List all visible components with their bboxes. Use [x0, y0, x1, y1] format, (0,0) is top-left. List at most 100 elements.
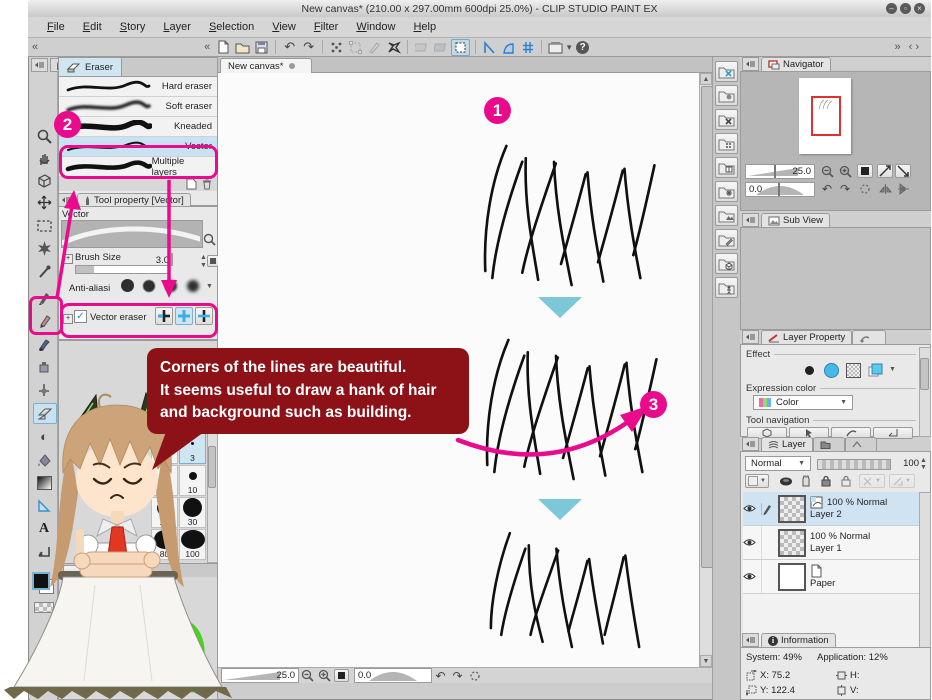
tab-close-icon[interactable]	[289, 63, 295, 69]
layer-row-layer1[interactable]: 100 % Normal Layer 1	[743, 526, 919, 560]
subtool-item-soft-eraser[interactable]: Soft eraser	[59, 97, 217, 117]
effect-caret[interactable]: ▼	[889, 366, 896, 373]
layer-tab[interactable]: Layer	[761, 437, 813, 451]
minimize-button[interactable]: –	[886, 3, 897, 14]
statusbar-rotate-slider[interactable]: 0.0	[354, 668, 432, 683]
nav-rotate-left-icon[interactable]: ↶	[819, 182, 835, 196]
material-frame-template-button[interactable]	[715, 157, 738, 178]
nav-fit-icon[interactable]	[857, 164, 873, 178]
nav-zoom-fit-width-icon[interactable]	[895, 164, 911, 178]
nav-reset-rotate-icon[interactable]	[857, 182, 873, 196]
material-edit-button[interactable]	[715, 229, 738, 250]
subview-menu-icon[interactable]	[742, 213, 759, 227]
zoom-in-icon[interactable]	[317, 669, 332, 682]
lock-layer-icon[interactable]	[817, 474, 835, 488]
layer-search-tab[interactable]	[852, 330, 886, 344]
create-subtool-icon[interactable]	[186, 178, 197, 190]
opacity-stepper[interactable]: ▲▼	[920, 457, 927, 471]
restore-button[interactable]: ▫	[900, 3, 911, 14]
lock-transparent-icon[interactable]	[837, 474, 855, 488]
snap-to-grid-icon[interactable]	[519, 40, 536, 55]
layer-search-tab2[interactable]	[845, 437, 877, 451]
opacity-slider[interactable]	[817, 459, 891, 470]
visibility-eye-icon[interactable]	[743, 504, 761, 513]
open-file-button[interactable]	[234, 40, 251, 55]
set-as-draft-combo[interactable]: ▼	[859, 474, 885, 488]
anti-alias-none-icon[interactable]	[121, 279, 134, 292]
visibility-eye-icon[interactable]	[743, 572, 761, 581]
menu-selection[interactable]: Selection	[200, 21, 263, 33]
delete-subtool-icon[interactable]	[202, 178, 212, 190]
fit-to-screen-icon[interactable]	[334, 669, 349, 682]
subtool-item-hard-eraser[interactable]: Hard eraser	[59, 77, 217, 97]
new-file-button[interactable]	[215, 40, 232, 55]
nav-zoom-100-icon[interactable]	[877, 164, 893, 178]
undo-button[interactable]: ↶	[281, 40, 298, 55]
nav-flip-vertical-icon[interactable]	[895, 182, 911, 196]
menu-help[interactable]: Help	[404, 21, 445, 33]
menu-story[interactable]: Story	[111, 21, 155, 33]
nav-rotate-right-icon[interactable]: ↷	[837, 182, 853, 196]
snap-ruler-off-icon[interactable]	[413, 40, 430, 55]
effect-paper-texture-icon[interactable]	[821, 361, 841, 379]
scale-rotate-icon[interactable]	[347, 40, 364, 55]
material-monochrome-button[interactable]	[715, 85, 738, 106]
brush-tool-icon[interactable]	[33, 334, 55, 353]
canvas-vertical-scrollbar[interactable]: ▲ ▼	[699, 73, 712, 667]
material-pose-button[interactable]	[715, 277, 738, 298]
toolprop-zoom-icon[interactable]	[203, 233, 216, 246]
expression-color-dropdown[interactable]: Color ▼	[753, 395, 853, 410]
material-manga-button[interactable]	[715, 109, 738, 130]
anti-alias-caret[interactable]: ▼	[206, 283, 213, 290]
tool-panel-menu-icon[interactable]	[31, 58, 48, 72]
effect-tone-icon[interactable]	[843, 361, 863, 379]
deselect-icon[interactable]	[328, 40, 345, 55]
navigator-view-rect[interactable]	[811, 96, 841, 136]
free-transform-icon[interactable]	[385, 40, 402, 55]
layer2-thumbnail[interactable]	[778, 495, 806, 523]
blend-mode-dropdown[interactable]: Normal ▼	[745, 456, 811, 471]
nav-zoom-in-icon[interactable]	[837, 164, 853, 178]
scroll-down-icon[interactable]: ▼	[700, 655, 712, 667]
paper-thumbnail[interactable]	[778, 563, 806, 591]
snap-to-special-ruler-icon[interactable]	[500, 40, 517, 55]
close-button[interactable]: ×	[914, 3, 925, 14]
material-3d-button[interactable]	[715, 253, 738, 274]
airbrush-tool-icon[interactable]	[33, 357, 55, 376]
help-button[interactable]: ?	[574, 40, 591, 55]
layer-row-layer2[interactable]: 100 % Normal Layer 2	[743, 492, 919, 526]
anti-alias-weak-icon[interactable]	[143, 280, 155, 292]
menu-layer[interactable]: Layer	[154, 21, 200, 33]
anti-alias-strong-icon[interactable]	[187, 280, 199, 292]
material-tone-button[interactable]	[715, 133, 738, 154]
navigator-zoom-slider[interactable]: 25.0	[745, 164, 815, 179]
rotate-right-icon[interactable]: ↷	[450, 669, 465, 682]
material-color-pattern-button[interactable]	[715, 61, 738, 82]
layer-row-paper[interactable]: Paper	[743, 560, 919, 594]
effect-layer-color-icon[interactable]	[865, 361, 885, 379]
nav-flip-horizontal-icon[interactable]	[877, 182, 893, 196]
operation-tool-icon[interactable]	[33, 171, 55, 190]
layer-menu-icon[interactable]	[742, 437, 759, 451]
collapse-left-icon[interactable]: «	[32, 41, 38, 53]
information-menu-icon[interactable]	[742, 633, 759, 647]
ruler-range-combo[interactable]: ▼	[889, 474, 915, 488]
layer1-thumbnail[interactable]	[778, 529, 806, 557]
brush-edit-icon[interactable]	[366, 40, 383, 55]
nav-zoom-out-icon[interactable]	[819, 164, 835, 178]
subview-tab[interactable]: Sub View	[761, 213, 830, 227]
subtool-item-kneaded[interactable]: Kneaded	[59, 117, 217, 137]
scroll-up-icon[interactable]: ▲	[700, 73, 712, 85]
navigator-tab[interactable]: Navigator	[761, 57, 831, 71]
rotate-left-icon[interactable]: ↶	[433, 669, 448, 682]
title-bar[interactable]: New canvas* (210.00 x 297.00mm 600dpi 25…	[28, 0, 931, 18]
subtool-group-tab-eraser[interactable]: Eraser	[59, 58, 122, 76]
reference-layer-icon[interactable]	[777, 474, 795, 488]
document-tab[interactable]: New canvas*	[220, 58, 312, 73]
layerprop-scrollbar[interactable]	[919, 347, 931, 437]
snap-to-ruler-icon[interactable]	[481, 40, 498, 55]
menu-view[interactable]: View	[263, 21, 305, 33]
menu-filter[interactable]: Filter	[305, 21, 347, 33]
redo-button[interactable]: ↷	[300, 40, 317, 55]
display-settings-caret[interactable]: ▼	[565, 43, 573, 52]
